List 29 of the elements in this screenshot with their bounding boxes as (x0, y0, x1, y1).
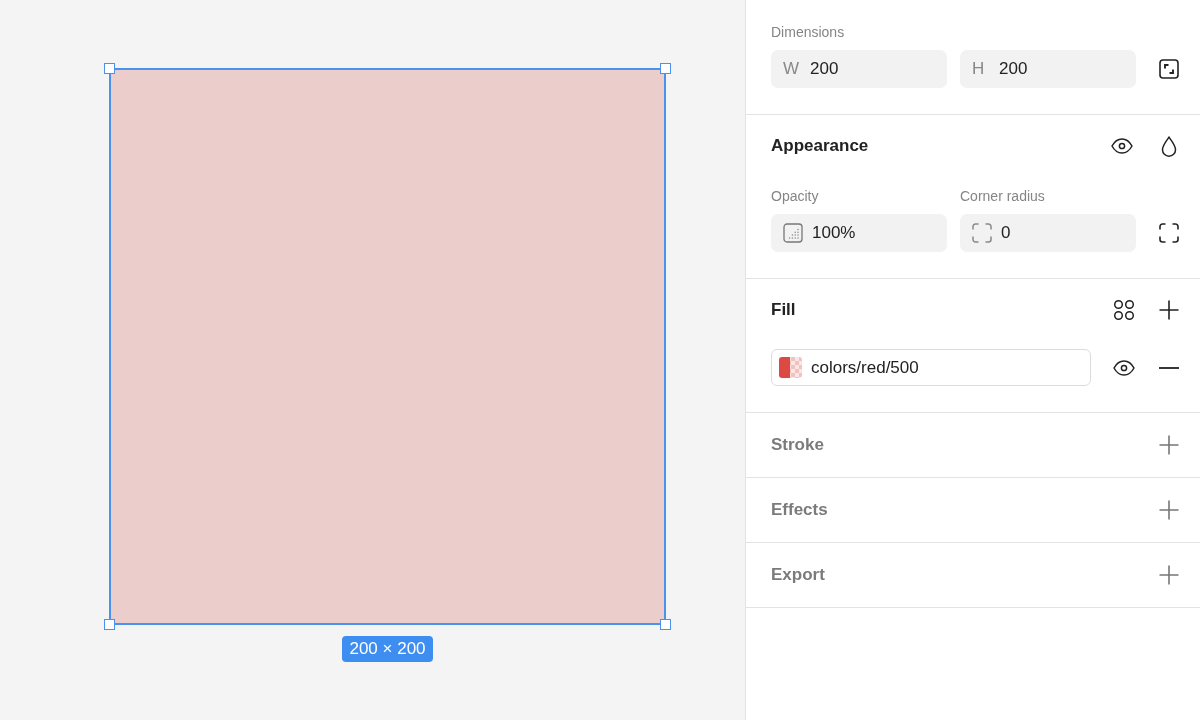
frame-corners-icon[interactable] (1159, 59, 1179, 79)
size-label: 200 × 200 (342, 636, 433, 662)
corner-radius-field[interactable]: 0 (960, 214, 1136, 252)
resize-handle[interactable] (104, 619, 115, 630)
dimension-field[interactable]: H 200 (960, 50, 1136, 88)
section-title: Fill (771, 299, 796, 321)
resize-handle[interactable] (660, 619, 671, 630)
plus-icon[interactable] (1159, 300, 1179, 320)
dimension-field[interactable]: W 200 (771, 50, 947, 88)
minus-icon[interactable] (1159, 366, 1179, 369)
section-title: Appearance (771, 135, 869, 157)
drop-icon[interactable] (1161, 135, 1177, 157)
eye-icon[interactable] (1113, 359, 1135, 376)
field-label: Corner radius (960, 187, 1046, 206)
resize-handle[interactable] (104, 63, 115, 74)
section-label: Dimensions (771, 23, 846, 42)
color-swatch-icon[interactable] (779, 357, 802, 378)
fill-style-field[interactable]: colors/red/500 (771, 349, 1091, 386)
resize-handle[interactable] (660, 63, 671, 74)
eye-icon[interactable] (1111, 138, 1133, 154)
section-title: Export (771, 564, 825, 586)
corner-brackets-icon (972, 223, 992, 243)
four-circles-icon[interactable] (1113, 299, 1135, 321)
opacity-field[interactable]: 100% (771, 214, 947, 252)
section-title: Effects (771, 499, 828, 521)
dotted-square-icon (783, 223, 803, 243)
section-title: Stroke (771, 434, 824, 456)
field-label: Opacity (771, 187, 820, 206)
corner-brackets-icon[interactable] (1159, 223, 1179, 243)
